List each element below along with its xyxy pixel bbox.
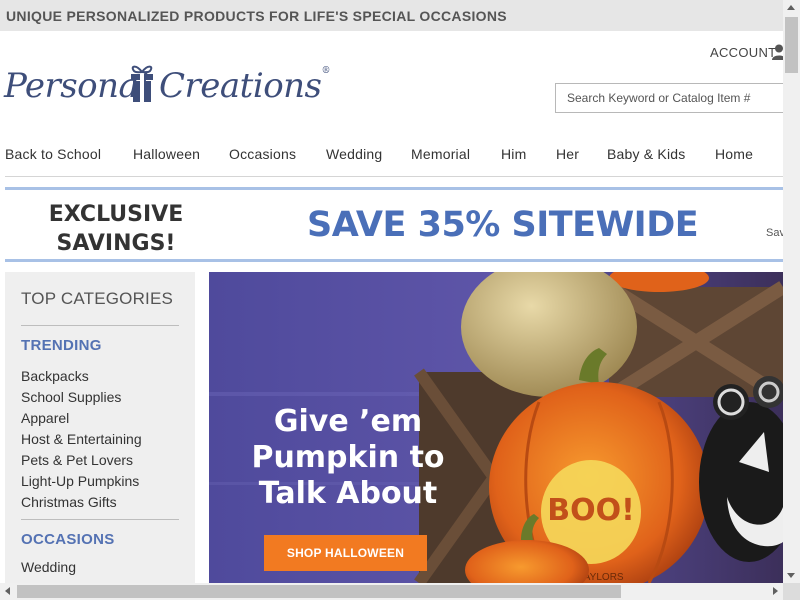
nav-halloween[interactable]: Halloween: [133, 146, 200, 162]
sidebar-divider: [21, 325, 179, 326]
search-box[interactable]: [555, 83, 783, 113]
account-link[interactable]: ACCOUNT: [710, 45, 776, 60]
nav-divider: [5, 176, 783, 177]
sidebar-item-school-supplies[interactable]: School Supplies: [21, 387, 142, 408]
sidebar-item-pets[interactable]: Pets & Pet Lovers: [21, 450, 142, 471]
nav-baby-kids[interactable]: Baby & Kids: [607, 146, 685, 162]
sidebar-divider: [21, 519, 179, 520]
promo-headline: SAVE 35% SITEWIDE: [307, 205, 699, 245]
sidebar-item-host-entertaining[interactable]: Host & Entertaining: [21, 429, 142, 450]
hero-headline: Give ’em Pumpkin to Talk About: [251, 404, 445, 511]
logo-wordmark: Personal Creations®: [4, 66, 331, 106]
user-icon[interactable]: [772, 44, 783, 60]
chevron-left-icon[interactable]: [5, 587, 10, 595]
chevron-down-icon[interactable]: [787, 573, 795, 578]
hero-banner[interactable]: BOO! TAYLORS Give ’em Pumpkin to Talk Ab…: [209, 272, 783, 583]
horizontal-scroll-thumb[interactable]: [17, 585, 621, 598]
nav-occasions[interactable]: Occasions: [229, 146, 296, 162]
horizontal-scrollbar[interactable]: [0, 583, 783, 600]
nav-him[interactable]: Him: [501, 146, 526, 162]
promo-exclusive-savings: EXCLUSIVE SAVINGS!: [48, 202, 184, 256]
pumpkin-boo-text: BOO!: [547, 493, 635, 528]
sidebar-item-apparel[interactable]: Apparel: [21, 408, 142, 429]
main-nav: Back to School Halloween Occasions Weddi…: [0, 138, 783, 174]
sidebar-heading-trending[interactable]: TRENDING: [21, 337, 102, 354]
sidebar-item-wedding[interactable]: Wedding: [21, 559, 76, 575]
nav-back-to-school[interactable]: Back to School: [5, 146, 101, 162]
announcement-text: UNIQUE PERSONALIZED PRODUCTS FOR LIFE'S …: [6, 8, 507, 24]
scrollbar-corner: [783, 583, 800, 600]
chevron-right-icon[interactable]: [773, 587, 778, 595]
top-categories-sidebar: TOP CATEGORIES TRENDING Backpacks School…: [5, 272, 195, 583]
promo-details-text: Sav: [766, 227, 783, 239]
sidebar-item-light-up-pumpkins[interactable]: Light-Up Pumpkins: [21, 471, 142, 492]
nav-her[interactable]: Her: [556, 146, 579, 162]
brand-logo[interactable]: Personal Creations®: [4, 62, 330, 110]
promo-banner[interactable]: EXCLUSIVE SAVINGS! SAVE 35% SITEWIDE Sav: [5, 187, 783, 262]
nav-wedding[interactable]: Wedding: [326, 146, 382, 162]
shop-halloween-button[interactable]: SHOP HALLOWEEN: [264, 535, 427, 571]
sidebar-heading-occasions[interactable]: OCCASIONS: [21, 531, 115, 548]
vertical-scrollbar[interactable]: [783, 0, 800, 583]
vertical-scroll-thumb[interactable]: [785, 17, 798, 73]
chevron-up-icon[interactable]: [787, 5, 795, 10]
search-input[interactable]: [556, 84, 783, 112]
nav-home[interactable]: Home: [715, 146, 753, 162]
sidebar-item-christmas-gifts[interactable]: Christmas Gifts: [21, 492, 142, 513]
sidebar-item-backpacks[interactable]: Backpacks: [21, 366, 142, 387]
page-viewport: UNIQUE PERSONALIZED PRODUCTS FOR LIFE'S …: [0, 0, 783, 583]
sidebar-title: TOP CATEGORIES: [21, 289, 174, 308]
top-announcement-bar: UNIQUE PERSONALIZED PRODUCTS FOR LIFE'S …: [0, 0, 783, 31]
trending-list: Backpacks School Supplies Apparel Host &…: [21, 366, 142, 513]
gift-icon: [131, 65, 153, 102]
nav-memorial[interactable]: Memorial: [411, 146, 470, 162]
